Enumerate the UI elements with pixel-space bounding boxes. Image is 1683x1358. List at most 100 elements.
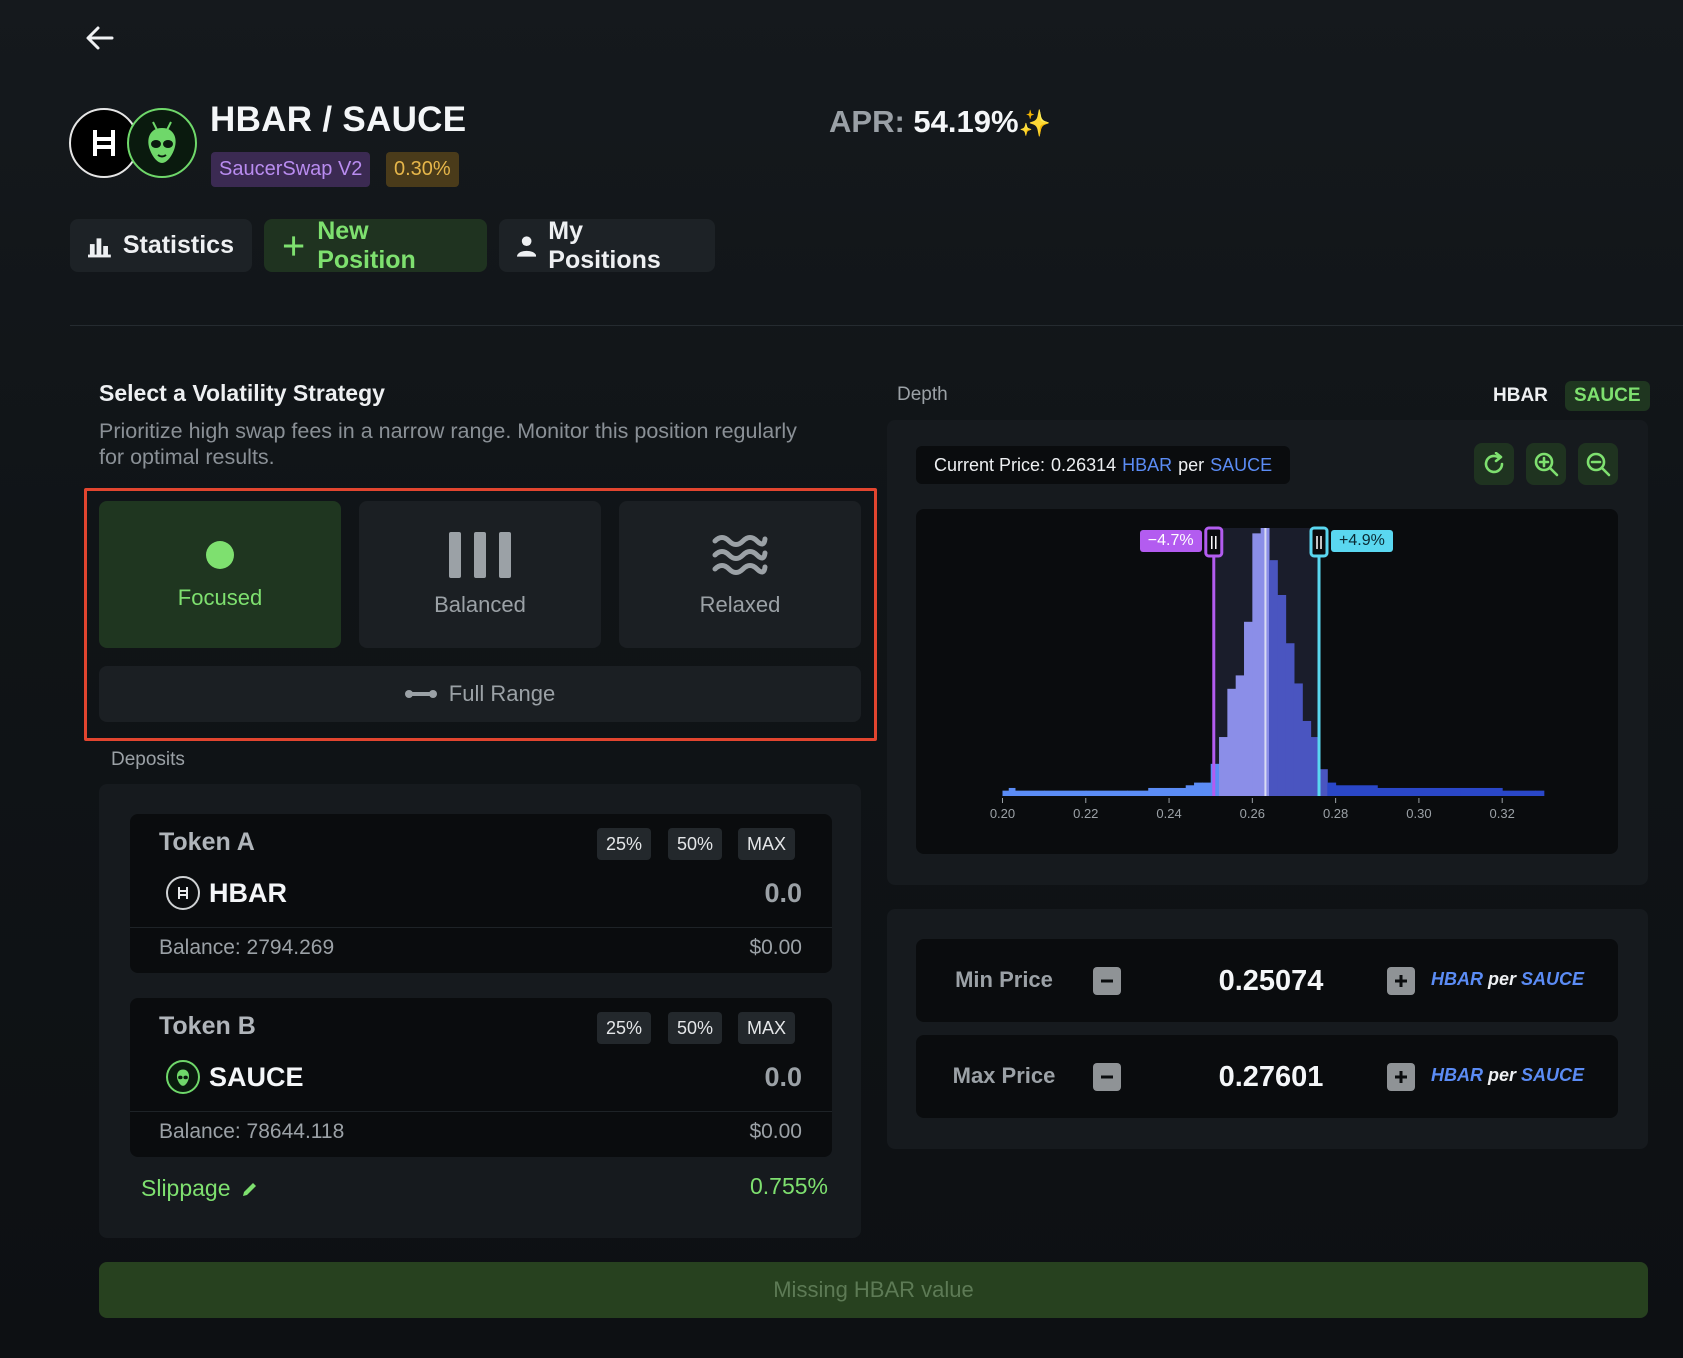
hbar-token-icon bbox=[166, 876, 200, 910]
x-tick-label: 0.30 bbox=[1406, 806, 1431, 821]
max-button[interactable]: MAX bbox=[738, 1012, 796, 1044]
depth-bar bbox=[1535, 790, 1545, 796]
min-price-input[interactable] bbox=[1146, 965, 1396, 998]
alien-icon bbox=[148, 121, 176, 163]
depth-bar bbox=[1327, 782, 1337, 796]
depth-bar bbox=[1202, 782, 1212, 796]
max-price-input[interactable] bbox=[1146, 1061, 1396, 1094]
depth-label: Depth bbox=[897, 384, 948, 405]
waves-icon bbox=[712, 534, 768, 575]
card-divider bbox=[130, 1111, 832, 1112]
pencil-icon bbox=[242, 1182, 256, 1196]
max-decrement-button[interactable] bbox=[1093, 1063, 1121, 1091]
fee-badge: 0.30% bbox=[386, 152, 459, 187]
depth-bar bbox=[1285, 643, 1295, 796]
token-a-amount-input[interactable] bbox=[602, 878, 802, 909]
full-range-label: Full Range bbox=[448, 681, 556, 706]
minus-icon bbox=[1101, 1075, 1113, 1079]
unit-quote: SAUCE bbox=[1210, 454, 1273, 475]
x-tick-label: 0.24 bbox=[1156, 806, 1181, 821]
apr-label: APR: bbox=[829, 104, 905, 139]
arrows-horizontal-icon bbox=[404, 690, 437, 698]
tab-label: Statistics bbox=[122, 231, 234, 259]
token-balance: Balance: 78644.118 bbox=[159, 1120, 345, 1143]
tab-label: New Position bbox=[317, 216, 416, 274]
depth-bar bbox=[1277, 595, 1287, 796]
token-a-card: Token A 25% 50% MAX HBAR Balance: 2794.2… bbox=[130, 814, 832, 973]
max-price-row: Max Price HBAR per SAUCE bbox=[916, 1035, 1618, 1118]
plus-icon bbox=[1395, 975, 1407, 987]
dex-badge: SaucerSwap V2 bbox=[211, 152, 371, 187]
depth-chart[interactable]: 0.20 0.22 0.24 0.26 0.28 0.30 0.32 −4.7% +4.9% bbox=[916, 509, 1618, 854]
strategy-relaxed[interactable]: Relaxed bbox=[619, 501, 861, 648]
token-usd-value: $0.00 bbox=[749, 1120, 802, 1143]
tab-my-positions[interactable]: My Positions bbox=[499, 217, 715, 274]
zoom-in-button[interactable] bbox=[1526, 443, 1566, 485]
x-tick-label: 0.22 bbox=[1073, 806, 1098, 821]
apr-value: 54.19% bbox=[913, 104, 1019, 139]
max-increment-button[interactable] bbox=[1387, 1063, 1415, 1091]
refresh-button[interactable] bbox=[1474, 443, 1514, 485]
depth-bar bbox=[1244, 621, 1253, 796]
pct-25-button[interactable]: 25% bbox=[597, 1012, 652, 1044]
slippage-label: Slippage bbox=[141, 1175, 231, 1201]
min-decrement-button[interactable] bbox=[1093, 967, 1121, 995]
hbar-icon bbox=[93, 130, 115, 156]
pct-50-button[interactable]: 50% bbox=[668, 828, 723, 860]
tab-new-position[interactable]: New Position bbox=[264, 216, 487, 274]
slippage-button[interactable]: Slippage bbox=[141, 1175, 259, 1202]
min-increment-button[interactable] bbox=[1387, 967, 1415, 995]
token-b-amount-input[interactable] bbox=[602, 1062, 802, 1093]
full-range-button[interactable]: Full Range bbox=[99, 666, 861, 722]
deposits-label: Deposits bbox=[111, 749, 185, 770]
tab-statistics[interactable]: Statistics bbox=[70, 219, 252, 272]
depth-chart-svg: 0.20 0.22 0.24 0.26 0.28 0.30 0.32 bbox=[990, 526, 1545, 821]
strategy-balanced[interactable]: Balanced bbox=[359, 501, 601, 648]
bars-icon bbox=[449, 531, 511, 578]
token-balance: Balance: 2794.269 bbox=[159, 936, 335, 959]
depth-bar bbox=[1219, 737, 1228, 796]
token-usd-value: $0.00 bbox=[749, 936, 802, 959]
x-tick-label: 0.26 bbox=[1240, 806, 1265, 821]
depth-bar bbox=[1169, 787, 1187, 796]
unit-per: per bbox=[1488, 1065, 1517, 1085]
zoom-out-icon bbox=[1586, 452, 1611, 477]
unit-base: HBAR bbox=[1431, 1065, 1483, 1085]
depth-bar bbox=[1002, 790, 1010, 796]
depth-bar bbox=[1235, 675, 1245, 796]
token-label: Token B bbox=[159, 1012, 256, 1040]
pct-25-button[interactable]: 25% bbox=[597, 828, 652, 860]
sparkle-icon: ✨ bbox=[1018, 108, 1051, 138]
depth-bar bbox=[1227, 688, 1237, 796]
unit-per: per bbox=[1488, 969, 1517, 989]
depth-bar bbox=[1014, 790, 1045, 796]
submit-button[interactable]: Missing HBAR value bbox=[99, 1262, 1648, 1318]
toggle-hbar[interactable]: HBAR bbox=[1484, 381, 1557, 411]
apr-display: APR: 54.19%✨ bbox=[829, 104, 1051, 140]
x-tick-label: 0.32 bbox=[1490, 806, 1515, 821]
depth-bar bbox=[1252, 533, 1262, 796]
zoom-out-button[interactable] bbox=[1578, 443, 1618, 485]
user-icon bbox=[517, 235, 537, 257]
depth-bar bbox=[1335, 785, 1378, 796]
current-price-display: Current Price: 0.26314 HBAR per SAUCE bbox=[916, 446, 1291, 484]
depth-bar bbox=[1460, 787, 1503, 796]
depth-bar bbox=[1148, 787, 1170, 796]
plus-icon bbox=[283, 235, 304, 256]
strategy-focused[interactable]: Focused bbox=[99, 501, 341, 648]
sauce-token-icon bbox=[166, 1060, 200, 1094]
pct-50-button[interactable]: 50% bbox=[668, 1012, 723, 1044]
depth-bar bbox=[1502, 790, 1537, 796]
max-button[interactable]: MAX bbox=[738, 828, 796, 860]
toggle-sauce[interactable]: SAUCE bbox=[1565, 381, 1650, 411]
strategy-label: Relaxed bbox=[699, 591, 781, 617]
strategy-title: Select a Volatility Strategy bbox=[99, 380, 385, 406]
arrow-left-icon bbox=[86, 26, 114, 50]
strategy-label: Focused bbox=[177, 584, 263, 610]
unit-quote: SAUCE bbox=[1521, 1065, 1585, 1085]
strategy-description: Prioritize high swap fees in a narrow ra… bbox=[99, 419, 797, 469]
back-button[interactable] bbox=[82, 20, 118, 56]
bar-chart-icon bbox=[88, 237, 111, 257]
depth-bar bbox=[1008, 787, 1016, 796]
unit-per: per bbox=[1178, 454, 1205, 475]
